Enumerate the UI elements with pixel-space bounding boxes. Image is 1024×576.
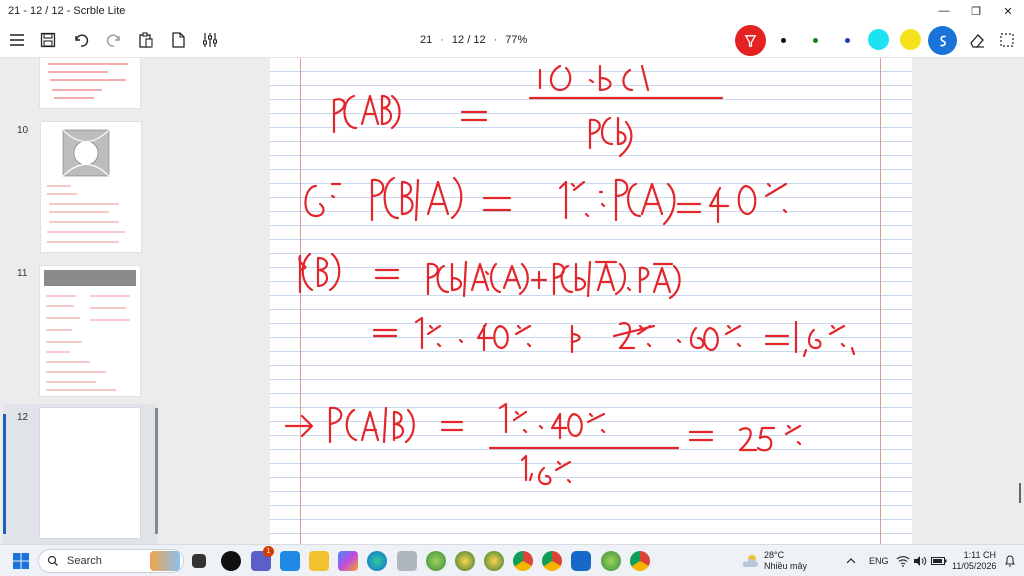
cloud-icon [742, 555, 758, 567]
pen-tool-button[interactable] [735, 25, 766, 56]
thumbnail-page-10[interactable] [41, 122, 141, 252]
page-indicator: 21 · 12 / 12 · 77% [420, 34, 528, 46]
app-icon[interactable] [484, 551, 504, 571]
thumbnail-number: 12 [17, 412, 29, 423]
maximize-button[interactable]: ❐ [960, 0, 992, 22]
teams-icon[interactable]: 1 [251, 546, 274, 571]
color-cyan-button[interactable] [868, 29, 889, 50]
redo-icon[interactable] [102, 28, 126, 52]
save-icon[interactable] [36, 28, 60, 52]
squiggle-icon [939, 35, 946, 46]
window-title: 21 - 12 / 12 - Scrble Lite [8, 5, 126, 17]
undo-icon[interactable] [69, 28, 93, 52]
close-button[interactable]: ✕ [992, 0, 1024, 22]
zoom-level[interactable]: 77% [505, 34, 527, 46]
color-green-button[interactable] [806, 31, 824, 49]
title-bar: 21 - 12 / 12 - Scrble Lite — ❐ ✕ [0, 0, 1024, 22]
weather-temperature: 28°C [764, 550, 785, 560]
app-icon[interactable] [397, 551, 417, 571]
app-icon[interactable] [426, 551, 446, 571]
weather-description: Nhiều mây [764, 561, 808, 571]
thumbnail-page-12[interactable] [40, 408, 140, 538]
chrome-icon[interactable] [542, 551, 562, 571]
clock-date: 11/05/2026 [952, 561, 997, 571]
page-number: 21 [420, 34, 433, 46]
edge-icon[interactable] [367, 551, 387, 571]
language-indicator[interactable]: ENG [869, 545, 889, 576]
page-thumbnails: 10 11 12 [0, 58, 158, 544]
highlighter-tool-button[interactable] [928, 26, 957, 55]
store-icon[interactable] [280, 551, 300, 571]
minimize-button[interactable]: — [928, 0, 960, 22]
clipboard-icon[interactable] [134, 28, 158, 52]
windows-start-icon[interactable] [12, 552, 30, 570]
widgets-icon[interactable] [150, 551, 180, 571]
thumbnail-number: 11 [17, 268, 28, 279]
search-placeholder: Search [67, 555, 102, 567]
wifi-icon[interactable] [896, 545, 910, 576]
color-blue-button[interactable] [838, 31, 856, 49]
scrble-icon[interactable] [571, 551, 591, 571]
app-icon[interactable] [455, 551, 475, 571]
thumbnail-page-11[interactable] [40, 266, 140, 396]
taskbar: Search 1 28°C Nhiều mây ENG 1:11 CH 11/0… [0, 544, 1024, 576]
selection-icon[interactable] [995, 28, 1019, 52]
eraser-icon[interactable] [965, 28, 989, 52]
page-icon[interactable] [166, 28, 190, 52]
volume-icon[interactable] [913, 545, 927, 576]
toolbar: 21 · 12 / 12 · 77% [0, 22, 1024, 58]
handwriting-ink [284, 64, 856, 486]
thumbnail-number: 10 [17, 125, 29, 136]
note-page[interactable] [270, 58, 912, 544]
notification-badge: 1 [263, 546, 274, 557]
color-black-button[interactable] [774, 31, 792, 49]
page-count: 12 / 12 [451, 34, 486, 46]
bell-icon[interactable] [1004, 545, 1016, 576]
system-clock[interactable]: 1:11 CH 11/05/2026 [952, 550, 996, 572]
canvas-area [158, 58, 1024, 544]
app-icon[interactable] [601, 551, 621, 571]
sliders-icon[interactable] [198, 28, 222, 52]
color-yellow-button[interactable] [900, 29, 921, 50]
clock-time: 1:11 CH [963, 550, 996, 560]
weather-widget[interactable]: 28°C Nhiều mây [740, 550, 807, 572]
file-explorer-icon[interactable] [309, 551, 329, 571]
tiktok-icon[interactable] [221, 551, 241, 571]
chrome-icon[interactable] [630, 551, 650, 571]
search-icon [47, 555, 58, 566]
task-view-icon[interactable] [192, 554, 206, 568]
chrome-icon[interactable] [513, 551, 533, 571]
menu-icon[interactable] [5, 28, 29, 52]
pen-icon [744, 35, 757, 47]
chevron-up-icon[interactable] [846, 545, 856, 576]
battery-icon[interactable] [931, 545, 947, 576]
thumbnail-page-9[interactable] [40, 58, 140, 108]
copilot-icon[interactable] [338, 551, 358, 571]
canvas-scrollbar[interactable] [1019, 483, 1021, 503]
